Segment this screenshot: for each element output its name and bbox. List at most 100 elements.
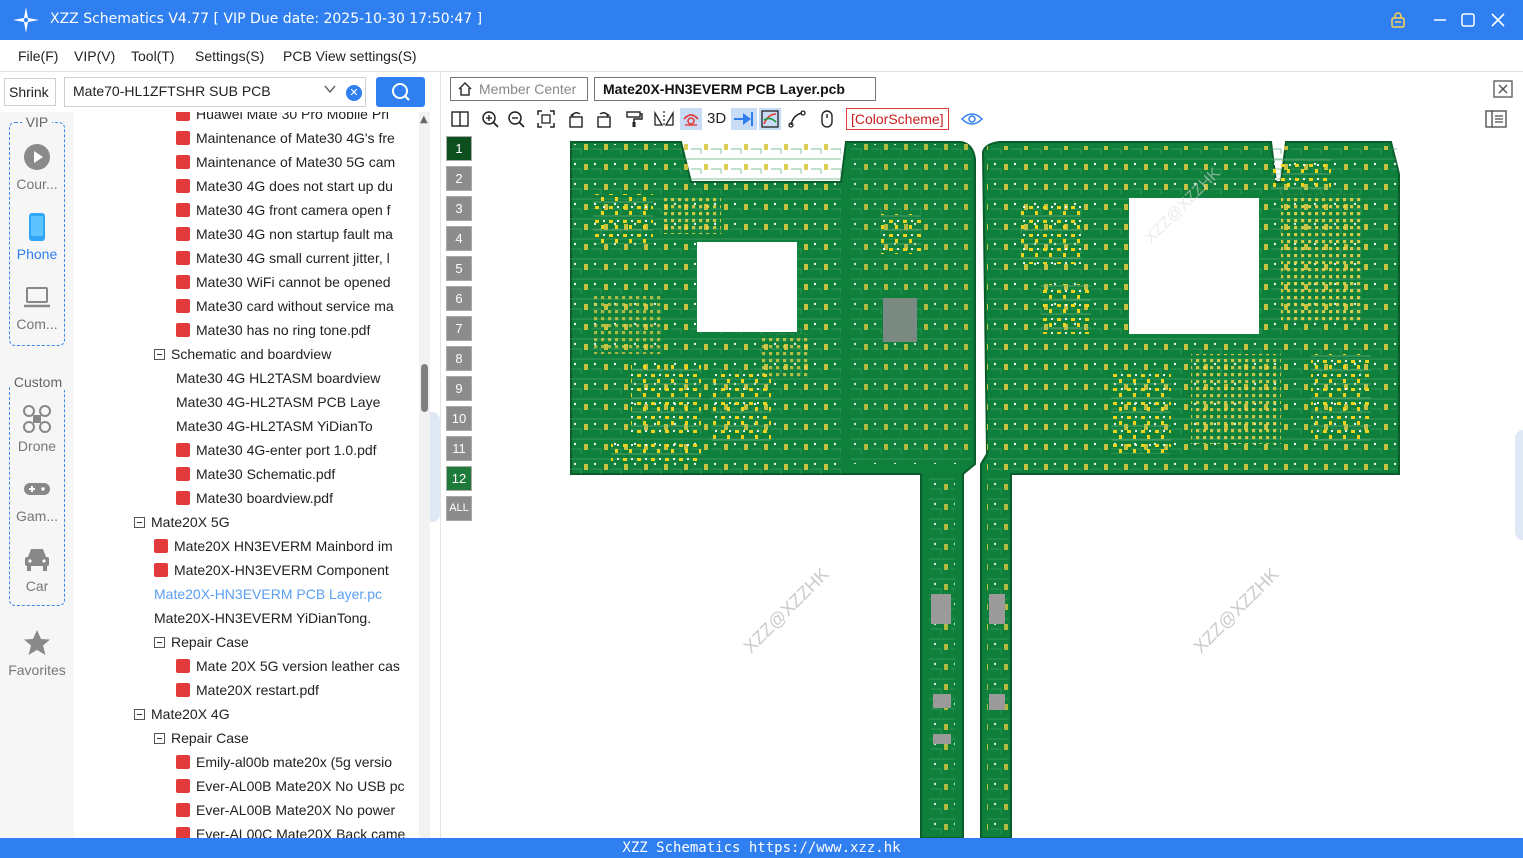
- tree-file[interactable]: Mate30 boardview.pdf: [176, 486, 406, 510]
- tree-item-label: Mate20X restart.pdf: [196, 682, 319, 698]
- tree-file[interactable]: Mate30 has no ring tone.pdf: [176, 318, 406, 342]
- 3d-toggle[interactable]: 3D: [707, 110, 726, 127]
- eye-icon[interactable]: [961, 110, 983, 128]
- close-button[interactable]: [1486, 8, 1510, 32]
- zoom-in-icon[interactable]: [479, 108, 501, 130]
- layer-button-1[interactable]: 1: [446, 136, 472, 161]
- layer-button-8[interactable]: 8: [446, 346, 472, 371]
- layer-button-11[interactable]: 11: [446, 436, 472, 461]
- side-panel-toggle-icon[interactable]: [1485, 110, 1507, 128]
- menu-tool[interactable]: Tool(T): [131, 48, 175, 64]
- tree-item-label: Mate30 Schematic.pdf: [196, 466, 336, 482]
- shrink-button[interactable]: Shrink: [4, 78, 56, 106]
- layer-button-3[interactable]: 3: [446, 196, 472, 221]
- flip-view-icon[interactable]: [731, 108, 757, 130]
- tree-file[interactable]: Mate30 4G small current jitter, l: [176, 246, 406, 270]
- tree-file[interactable]: Ever-AL00B Mate20X No USB pc: [176, 774, 406, 798]
- menu-settings[interactable]: Settings(S): [195, 48, 264, 64]
- maximize-button[interactable]: [1456, 8, 1480, 32]
- nav-car[interactable]: Car: [0, 544, 74, 594]
- nav-phone[interactable]: Phone: [0, 212, 74, 262]
- pdf-file-icon: [176, 227, 190, 241]
- tree-file[interactable]: Mate30 WiFi cannot be opened: [176, 270, 406, 294]
- layer-button-2[interactable]: 2: [446, 166, 472, 191]
- tree-file[interactable]: Mate30 4G non startup fault ma: [176, 222, 406, 246]
- tree-file[interactable]: Mate20X-HN3EVERM PCB Layer.pc: [154, 582, 406, 606]
- scroll-thumb[interactable]: [421, 364, 428, 412]
- clear-icon[interactable]: ✕: [346, 85, 362, 101]
- tree-file[interactable]: Mate20X restart.pdf: [176, 678, 406, 702]
- right-panel-handle[interactable]: [1515, 430, 1523, 540]
- tree-scrollbar[interactable]: ▲: [419, 112, 430, 838]
- tree-file[interactable]: Ever-AL00B Mate20X No power: [176, 798, 406, 822]
- tree-file[interactable]: Mate30 card without service ma: [176, 294, 406, 318]
- layer-button-10[interactable]: 10: [446, 406, 472, 431]
- tree-folder[interactable]: Schematic and boardview: [154, 342, 406, 366]
- layer-view-icon[interactable]: [759, 108, 781, 130]
- menu-file[interactable]: File(F): [18, 48, 58, 64]
- nav-favorites[interactable]: Favorites: [0, 628, 74, 678]
- lock-icon[interactable]: [1386, 8, 1410, 32]
- panel-splitter[interactable]: [430, 412, 440, 522]
- minimize-button[interactable]: [1428, 8, 1452, 32]
- tree-file[interactable]: Maintenance of Mate30 4G's fre: [176, 126, 406, 150]
- collapse-icon[interactable]: [134, 517, 145, 528]
- zoom-out-icon[interactable]: [505, 108, 527, 130]
- tree-file[interactable]: Mate30 4G front camera open f: [176, 198, 406, 222]
- chevron-down-icon[interactable]: [323, 82, 337, 100]
- collapse-icon[interactable]: [154, 349, 165, 360]
- nav-course[interactable]: Cour...: [0, 142, 74, 192]
- collapse-icon[interactable]: [154, 637, 165, 648]
- split-view-icon[interactable]: [449, 108, 471, 130]
- layer-button-7[interactable]: 7: [446, 316, 472, 341]
- layer-button-9[interactable]: 9: [446, 376, 472, 401]
- scroll-up-icon[interactable]: ▲: [420, 114, 428, 125]
- collapse-icon[interactable]: [154, 733, 165, 744]
- tree-file[interactable]: Mate20X-HN3EVERM Component: [154, 558, 406, 582]
- tree-file[interactable]: Mate30 4G-HL2TASM PCB Laye: [176, 390, 406, 414]
- tree-file[interactable]: Mate20X-HN3EVERM YiDianTong.: [154, 606, 406, 630]
- tree-folder[interactable]: Repair Case: [154, 726, 406, 750]
- layer-button-6[interactable]: 6: [446, 286, 472, 311]
- paint-brush-icon[interactable]: [623, 108, 645, 130]
- tree-file[interactable]: Mate30 4G HL2TASM boardview: [176, 366, 406, 390]
- menu-pcb-view-settings[interactable]: PCB View settings(S): [283, 48, 417, 64]
- pcb-board-render[interactable]: XZZ@XZZHK XZZ@XZZHK XZZ@XZZHK: [551, 134, 1501, 838]
- tree-file[interactable]: Mate20X HN3EVERM Mainbord im: [154, 534, 406, 558]
- tree-file[interactable]: Huawei Mate 30 Pro Mobile Pri: [176, 112, 406, 126]
- tab-pcb-file[interactable]: Mate20X-HN3EVERM PCB Layer.pcb: [594, 77, 876, 101]
- search-input[interactable]: [73, 83, 313, 99]
- tree-file[interactable]: Ever-AL00C Mate20X Back came: [176, 822, 406, 838]
- close-all-tabs-icon[interactable]: [1493, 80, 1513, 98]
- tree-file[interactable]: Mate 20X 5G version leather cas: [176, 654, 406, 678]
- tab-member-center[interactable]: Member Center: [450, 77, 588, 101]
- collapse-icon[interactable]: [134, 709, 145, 720]
- layer-button-5[interactable]: 5: [446, 256, 472, 281]
- tree-file[interactable]: Mate30 4G does not start up du: [176, 174, 406, 198]
- tree-file[interactable]: Maintenance of Mate30 5G cam: [176, 150, 406, 174]
- rotate-left-icon[interactable]: [565, 108, 587, 130]
- nav-drone[interactable]: Drone: [0, 404, 74, 454]
- tree-folder[interactable]: Mate20X 5G: [134, 510, 406, 534]
- mirror-icon[interactable]: [653, 108, 675, 130]
- tree-file[interactable]: Mate30 4G-enter port 1.0.pdf: [176, 438, 406, 462]
- tree-file[interactable]: Mate30 4G-HL2TASM YiDianTo: [176, 414, 406, 438]
- fit-view-icon[interactable]: [535, 108, 557, 130]
- net-highlight-icon[interactable]: [680, 108, 702, 130]
- nav-computer[interactable]: Com...: [0, 282, 74, 332]
- nav-label: Cour...: [16, 176, 58, 192]
- mouse-mode-icon[interactable]: [816, 108, 838, 130]
- tree-file[interactable]: Mate30 Schematic.pdf: [176, 462, 406, 486]
- color-scheme-button[interactable]: [ColorScheme]: [846, 108, 949, 130]
- nav-game[interactable]: Gam...: [0, 474, 74, 524]
- menu-vip[interactable]: VIP(V): [74, 48, 115, 64]
- tree-file[interactable]: Emily-al00b mate20x (5g versio: [176, 750, 406, 774]
- layer-button-12[interactable]: 12: [446, 466, 472, 491]
- layer-button-4[interactable]: 4: [446, 226, 472, 251]
- trace-route-icon[interactable]: [786, 108, 808, 130]
- tree-folder[interactable]: Repair Case: [154, 630, 406, 654]
- rotate-right-icon[interactable]: [593, 108, 615, 130]
- layer-button-all[interactable]: ALL: [446, 496, 472, 521]
- search-button[interactable]: [376, 77, 425, 107]
- tree-folder[interactable]: Mate20X 4G: [134, 702, 406, 726]
